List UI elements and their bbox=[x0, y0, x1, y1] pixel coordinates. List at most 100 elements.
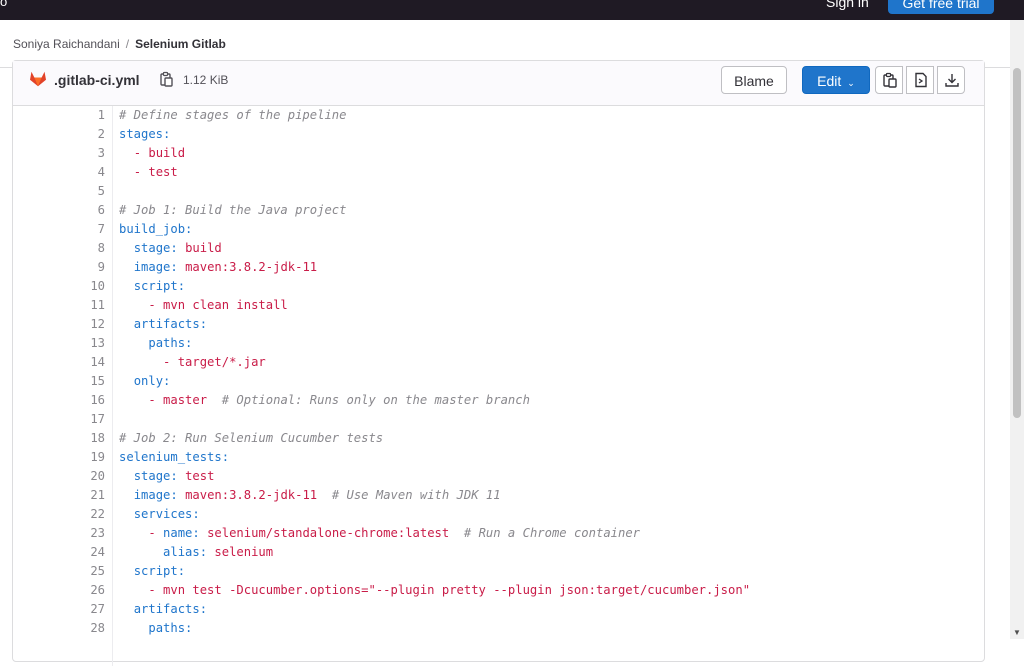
code-token: - build bbox=[133, 146, 186, 160]
code-line: stage: test bbox=[119, 467, 215, 486]
breadcrumb-owner-link[interactable]: Soniya Raichandani bbox=[13, 37, 120, 51]
line-number[interactable]: 2 bbox=[13, 125, 105, 144]
line-number[interactable]: 23 bbox=[13, 524, 105, 543]
line-number[interactable]: 13 bbox=[13, 334, 105, 353]
line-number[interactable]: 24 bbox=[13, 543, 105, 562]
code-line: - master # Optional: Runs only on the ma… bbox=[119, 391, 530, 410]
code-token: # Use Maven with JDK 11 bbox=[331, 488, 501, 502]
page-scrollbar[interactable]: ▼ bbox=[1010, 20, 1024, 639]
line-number[interactable]: 21 bbox=[13, 486, 105, 505]
free-trial-button[interactable]: Get free trial bbox=[888, 0, 994, 14]
top-navbar: o Sign in Get free trial bbox=[0, 0, 1024, 20]
line-number[interactable]: 28 bbox=[13, 619, 105, 638]
code-token: only: bbox=[133, 374, 171, 388]
line-number[interactable]: 14 bbox=[13, 353, 105, 372]
line-number[interactable]: 25 bbox=[13, 562, 105, 581]
code-line: artifacts: bbox=[119, 315, 207, 334]
code-line: # Job 1: Build the Java project bbox=[119, 201, 346, 220]
code-token: name: bbox=[163, 526, 208, 540]
line-number[interactable]: 20 bbox=[13, 467, 105, 486]
line-number[interactable]: 19 bbox=[13, 448, 105, 467]
navbar-partial-text: o bbox=[0, 0, 8, 9]
line-number[interactable]: 16 bbox=[13, 391, 105, 410]
sign-in-link[interactable]: Sign in bbox=[826, 0, 869, 10]
line-number[interactable]: 11 bbox=[13, 296, 105, 315]
code-token: - target/*.jar bbox=[163, 355, 266, 369]
code-token: script: bbox=[133, 564, 186, 578]
line-number[interactable]: 8 bbox=[13, 239, 105, 258]
file-name: .gitlab-ci.yml bbox=[54, 72, 140, 88]
line-number[interactable]: 1 bbox=[13, 106, 105, 125]
code-line: services: bbox=[119, 505, 200, 524]
scroll-down-arrow-icon[interactable]: ▼ bbox=[1013, 628, 1021, 637]
code-token: : bbox=[163, 127, 171, 141]
line-number[interactable]: 4 bbox=[13, 163, 105, 182]
copy-path-icon[interactable] bbox=[158, 71, 174, 87]
line-number[interactable]: 6 bbox=[13, 201, 105, 220]
code-token: build bbox=[185, 241, 222, 255]
code-line: stage: build bbox=[119, 239, 222, 258]
code-line: artifacts: bbox=[119, 600, 207, 619]
code-token: selenium bbox=[214, 545, 274, 559]
code-token: # Define stages of the pipeline bbox=[119, 108, 347, 122]
code-token: # Optional: Runs only on the master bran… bbox=[221, 393, 530, 407]
breadcrumb-project-link[interactable]: Selenium Gitlab bbox=[135, 37, 226, 51]
code-token: # Job 2: Run Selenium Cucumber tests bbox=[119, 431, 384, 445]
edit-dropdown-button[interactable]: Edit ⌄ bbox=[802, 66, 870, 94]
code-token: build_job: bbox=[119, 222, 193, 236]
copy-contents-icon bbox=[883, 72, 897, 88]
line-number[interactable]: 26 bbox=[13, 581, 105, 600]
code-line: - build bbox=[119, 144, 185, 163]
blame-button[interactable]: Blame bbox=[721, 66, 787, 94]
line-number[interactable]: 5 bbox=[13, 182, 105, 201]
line-number[interactable]: 18 bbox=[13, 429, 105, 448]
gitlab-fox-icon bbox=[30, 71, 46, 87]
code-token: selenium/standalone-chrome:latest bbox=[207, 526, 450, 540]
line-number[interactable]: 12 bbox=[13, 315, 105, 334]
code-line: - mvn clean install bbox=[119, 296, 287, 315]
line-number[interactable]: 22 bbox=[13, 505, 105, 524]
line-number[interactable]: 7 bbox=[13, 220, 105, 239]
file-viewer: .gitlab-ci.yml 1.12 KiB Blame Edit ⌄ 1 #… bbox=[12, 60, 985, 666]
code-token: artifacts: bbox=[133, 317, 208, 331]
line-number[interactable]: 10 bbox=[13, 277, 105, 296]
open-raw-button[interactable] bbox=[906, 66, 934, 94]
code-token: image: bbox=[133, 260, 186, 274]
code-line: paths: bbox=[119, 619, 192, 638]
code-token: script: bbox=[133, 279, 186, 293]
copy-contents-button[interactable] bbox=[875, 66, 903, 94]
line-number[interactable]: 27 bbox=[13, 600, 105, 619]
code-line: build_job: bbox=[119, 220, 192, 239]
download-button[interactable] bbox=[937, 66, 965, 94]
code-token: - bbox=[148, 526, 164, 540]
edit-label: Edit bbox=[817, 73, 842, 89]
code-line: script: bbox=[119, 277, 185, 296]
code-line: script: bbox=[119, 562, 185, 581]
code-line: # Define stages of the pipeline bbox=[119, 106, 346, 125]
code-line: stages: bbox=[119, 125, 170, 144]
line-number[interactable]: 9 bbox=[13, 258, 105, 277]
scrollbar-thumb[interactable] bbox=[1013, 68, 1021, 418]
code-token: paths: bbox=[148, 621, 193, 635]
line-number[interactable]: 3 bbox=[13, 144, 105, 163]
file-size: 1.12 KiB bbox=[183, 73, 229, 87]
line-number[interactable]: 17 bbox=[13, 410, 105, 429]
code-line: selenium_tests: bbox=[119, 448, 229, 467]
line-number[interactable]: 15 bbox=[13, 372, 105, 391]
code-token: stages bbox=[119, 127, 164, 141]
